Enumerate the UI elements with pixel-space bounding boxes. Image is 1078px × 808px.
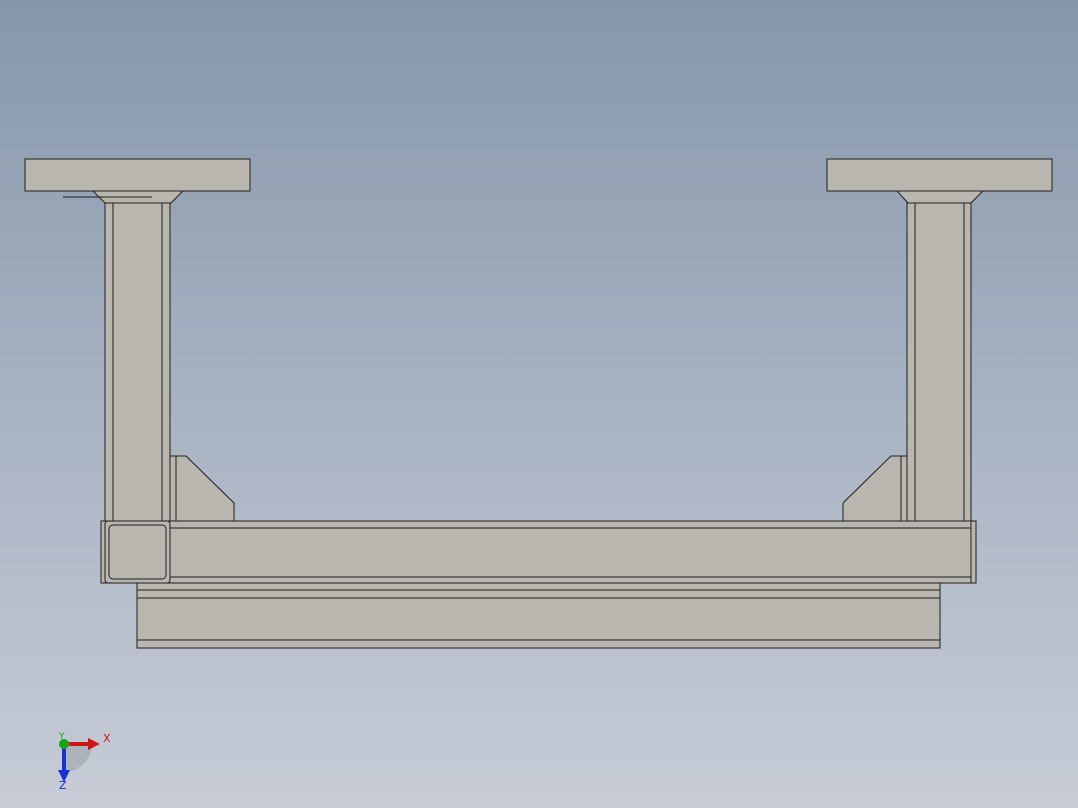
right-gusset[interactable] bbox=[842, 455, 908, 522]
left-vertical-post[interactable] bbox=[104, 202, 171, 522]
right-vertical-post[interactable] bbox=[906, 202, 972, 522]
x-axis-arrowhead bbox=[88, 738, 100, 750]
right-top-plate[interactable] bbox=[826, 158, 1053, 204]
triad-arc bbox=[64, 744, 92, 772]
graphics-viewport[interactable]: X Y Z bbox=[0, 0, 1078, 808]
base-rail[interactable] bbox=[136, 582, 941, 649]
left-top-plate[interactable] bbox=[24, 158, 251, 204]
model-view[interactable] bbox=[0, 0, 1078, 808]
x-axis-label: X bbox=[103, 732, 111, 745]
horizontal-beam[interactable] bbox=[100, 520, 977, 584]
y-axis-label: Y bbox=[59, 732, 65, 742]
left-gusset[interactable] bbox=[169, 455, 235, 522]
reference-triad: X Y Z bbox=[48, 728, 118, 794]
z-axis-label: Z bbox=[59, 779, 67, 792]
